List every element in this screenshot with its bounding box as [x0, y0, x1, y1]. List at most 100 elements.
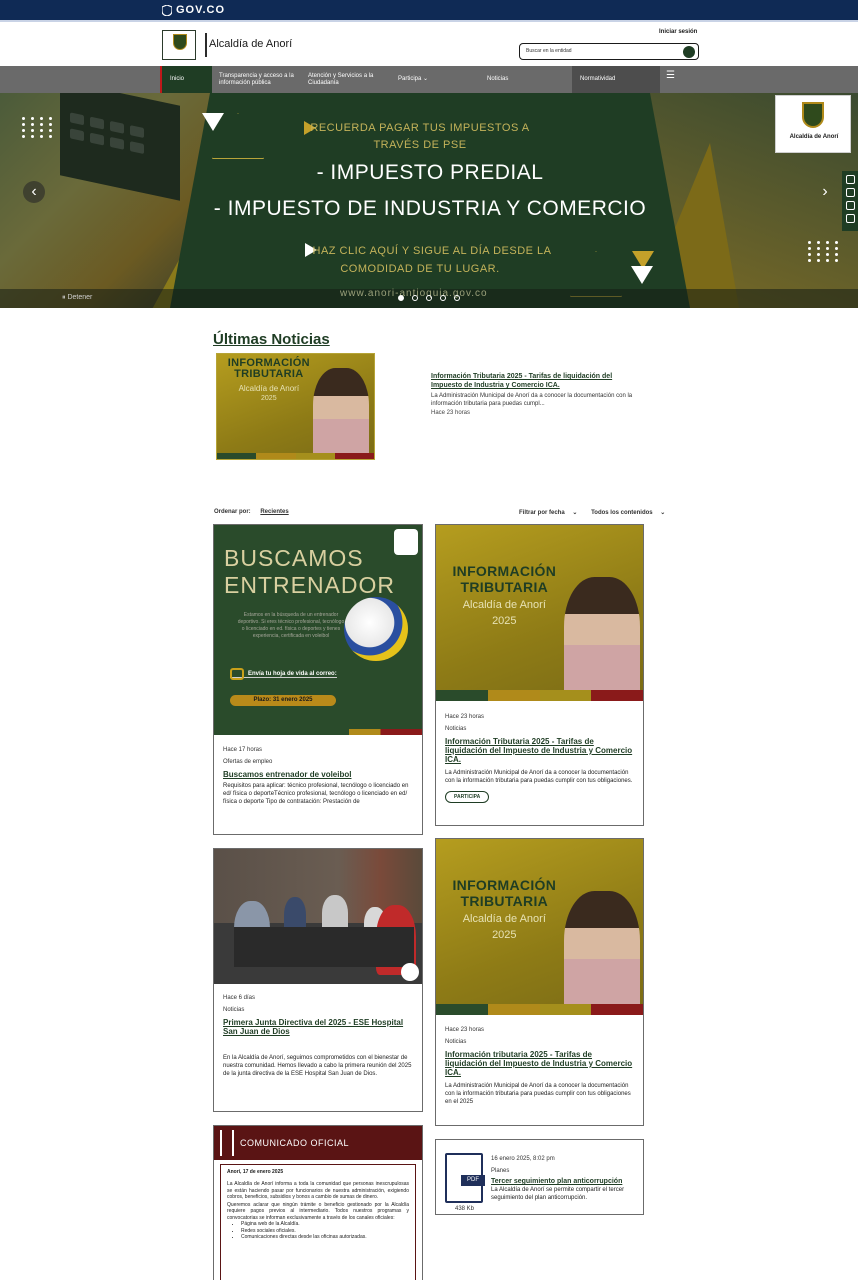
tile-subheading: 2025	[492, 615, 517, 627]
comunicado-list: Página web de la Alcaldía. Redes sociale…	[241, 1221, 409, 1241]
comunicado-document: Anorí, 17 de enero 2025 La Alcaldía de A…	[220, 1164, 416, 1280]
featured-news-image[interactable]: INFORMACIÓN TRIBUTARIA Alcaldía de Anorí…	[216, 353, 375, 460]
carousel-indicator[interactable]	[440, 295, 446, 301]
carousel-stop-button[interactable]: ⏸ Detener	[62, 294, 92, 302]
card-title[interactable]: Primera Junta Directiva del 2025 - ESE H…	[223, 1018, 413, 1036]
woman-photo	[313, 368, 369, 459]
card-body: Hace 6 días Noticias Primera Junta Direc…	[223, 992, 413, 1078]
card-image-text: Estamos en la búsqueda de un entrenador …	[237, 612, 345, 639]
content-filter-label: Todos los contenidos	[591, 510, 653, 516]
nav-item-inicio[interactable]: Inicio	[160, 66, 212, 93]
card-image	[214, 849, 422, 984]
font-size-icon[interactable]	[846, 188, 855, 197]
nav-item-noticias[interactable]: Noticias	[487, 66, 537, 93]
card-body: Hace 23 horas Noticias Información tribu…	[445, 1024, 634, 1106]
card-image-heading: BUSCAMOS ENTRENADOR	[224, 545, 396, 598]
flag-strip	[436, 1004, 643, 1015]
hero-banner[interactable]: RECUERDA PAGAR TUS IMPUESTOS A TRAVÉS DE…	[0, 93, 858, 308]
card-image: INFORMACIÓN TRIBUTARIA Alcaldía de Anorí…	[436, 525, 643, 701]
brand-divider	[205, 33, 207, 57]
hero-heading-2: - IMPUESTO DE INDUSTRIA Y COMERCIO	[213, 197, 647, 220]
sort-control[interactable]: Ordenar por: Recientes	[214, 509, 289, 515]
card-image: INFORMACIÓN TRIBUTARIA Alcaldía de Anorí…	[436, 839, 643, 1015]
contrast-icon[interactable]	[846, 175, 855, 184]
news-section-title: Últimas Noticias	[213, 331, 330, 348]
card-title[interactable]: Buscamos entrenador de voleibol	[223, 770, 413, 779]
tile-heading: TRIBUTARIA	[460, 893, 549, 909]
card-desc: La Administración Municipal de Anorí da …	[445, 770, 633, 784]
hero-line-4: COMODIDAD DE TU LUGAR.	[340, 263, 500, 275]
carousel-indicator[interactable]	[398, 295, 404, 301]
carousel-prev-button[interactable]: ‹	[23, 181, 45, 203]
news-card[interactable]: Hace 6 días Noticias Primera Junta Direc…	[213, 848, 423, 1112]
featured-news-time: Hace 23 horas	[431, 410, 471, 416]
participa-tag[interactable]: PARTICIPA	[445, 791, 490, 803]
carousel-indicator[interactable]	[412, 295, 418, 301]
triangle-down-icon	[631, 266, 653, 284]
nav-item-normatividad[interactable]: Normatividad	[572, 66, 660, 93]
volleyball-icon	[344, 597, 408, 661]
sort-label: Ordenar por:	[214, 509, 251, 515]
dots-decoration	[808, 241, 841, 262]
card-desc: En la Alcaldía de Anorí, seguimos compro…	[223, 1055, 412, 1077]
card-body: Hace 17 horas Ofertas de empleo Buscamos…	[223, 744, 413, 806]
tile-heading: INFORMACIÓN	[452, 877, 557, 893]
card-desc: La Administración Municipal de Anorí da …	[445, 1083, 631, 1105]
tile-subheading: Alcaldía de Anorí	[462, 599, 546, 611]
hero-line-2: TRAVÉS DE PSE	[373, 139, 467, 151]
gov-bar: GOV.CO	[0, 0, 858, 22]
featured-news-desc: La Administración Municipal de Anorí da …	[431, 393, 633, 407]
search-box[interactable]: Buscar en la entidad	[519, 43, 699, 60]
carousel-stop-label: Detener	[67, 294, 93, 301]
sign-language-icon[interactable]	[846, 214, 855, 223]
search-icon[interactable]	[683, 46, 695, 58]
carousel-indicator[interactable]	[454, 295, 460, 301]
sort-value[interactable]: Recientes	[260, 509, 288, 515]
featured-news-text: Información Tributaria 2025 - Tarifas de…	[431, 372, 643, 416]
comunicado-date: Anorí, 17 de enero 2025	[227, 1169, 284, 1175]
gov-link[interactable]: GOV.CO	[162, 4, 225, 16]
tile-heading: TRIBUTARIA	[460, 579, 549, 595]
document-card[interactable]: PDF 438 Kb 16 enero 2025, 8:02 pm Planes…	[435, 1139, 644, 1215]
woman-photo	[564, 577, 640, 701]
nav-item-participa-label: Participa	[398, 76, 422, 82]
date-filter-dropdown[interactable]: Filtrar por fecha ⌄	[513, 510, 577, 516]
accessibility-bar	[842, 171, 858, 231]
table-photo	[234, 927, 414, 967]
carousel-next-button[interactable]: ›	[814, 181, 836, 203]
news-card[interactable]: BUSCAMOS ENTRENADOR Estamos en la búsqued…	[213, 524, 423, 835]
featured-news-title[interactable]: Información Tributaria 2025 - Tarifas de…	[431, 372, 643, 390]
content-filter-dropdown[interactable]: Todos los contenidos ⌄	[585, 510, 665, 516]
card-title[interactable]: Información Tributaria 2025 - Tarifas de…	[445, 737, 634, 764]
news-card[interactable]: COMUNICADO OFICIAL Anorí, 17 de enero 20…	[213, 1125, 423, 1280]
site-title[interactable]: Alcaldía de Anorí	[209, 38, 292, 50]
nav-item-atencion[interactable]: Atención y Servicios a la Ciudadanía	[308, 66, 386, 93]
font-small-icon[interactable]	[846, 201, 855, 210]
search-input[interactable]: Buscar en la entidad	[526, 48, 572, 54]
tile-heading: TRIBUTARIA	[234, 368, 304, 380]
flag-strip	[436, 690, 643, 701]
chevron-down-icon: ⌄	[660, 510, 666, 516]
document-title[interactable]: Tercer seguimiento plan anticorrupción	[491, 1177, 635, 1186]
login-link[interactable]: Iniciar sesión	[659, 29, 697, 35]
card-title[interactable]: Información tributaria 2025 - Tarifas de…	[445, 1050, 634, 1077]
site-logo[interactable]	[162, 30, 196, 60]
hamburger-icon[interactable]: ☰	[666, 66, 678, 93]
tile-subheading: Alcaldía de Anorí	[462, 913, 546, 925]
document-date: 16 enero 2025, 8:02 pm	[491, 1156, 555, 1162]
card-time: Hace 23 horas	[445, 714, 485, 720]
comunicado-title: COMUNICADO OFICIAL	[240, 1138, 350, 1148]
carousel-indicator[interactable]	[426, 295, 432, 301]
nav-item-participa[interactable]: Participa ⌄	[398, 66, 448, 93]
news-card[interactable]: INFORMACIÓN TRIBUTARIA Alcaldía de Anorí…	[435, 838, 644, 1126]
news-card[interactable]: INFORMACIÓN TRIBUTARIA Alcaldía de Anorí…	[435, 524, 644, 826]
main-nav: Inicio Transparencia y acceso a la infor…	[0, 66, 858, 93]
tile-subheading: 2025	[261, 395, 277, 402]
card-desc: Requisitos para aplicar: técnico profesi…	[223, 783, 409, 805]
card-image: COMUNICADO OFICIAL Anorí, 17 de enero 20…	[214, 1126, 422, 1280]
hero-line-3: HAZ CLIC AQUÍ Y SIGUE AL DÍA DESDE LA	[312, 245, 552, 257]
woman-photo	[564, 891, 640, 1015]
nav-item-transparencia[interactable]: Transparencia y acceso a la información …	[219, 66, 297, 93]
gov-label: GOV.CO	[176, 4, 225, 16]
coat-of-arms-icon	[802, 102, 824, 128]
